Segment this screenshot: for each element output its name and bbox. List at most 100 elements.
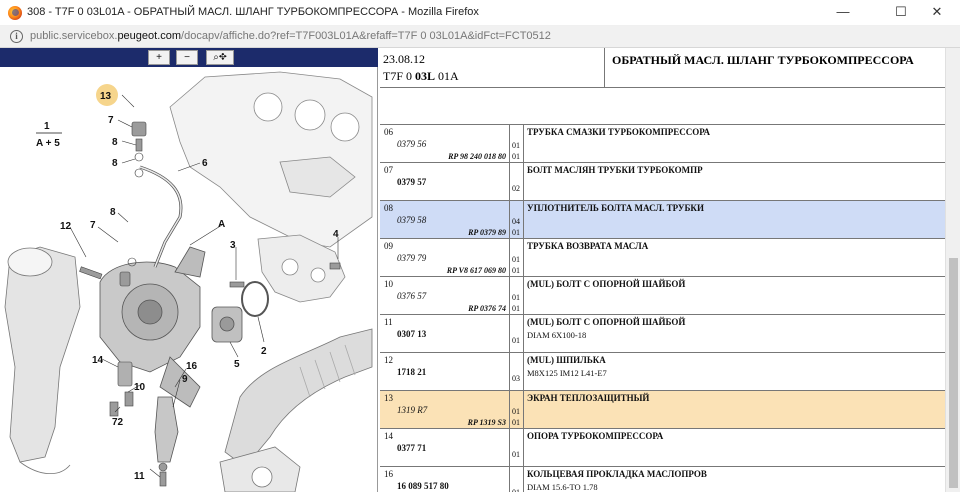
- callout-14: 14: [92, 355, 104, 366]
- row-num: 07: [384, 165, 393, 175]
- row-code: 0377 71: [397, 443, 427, 453]
- callout-8b: 8: [112, 158, 118, 169]
- row-ref: RP 1319 S3: [467, 418, 506, 427]
- table-row[interactable]: 06 0379 56 RP 98 240 018 80 01 01 ТРУБКА СМ…: [380, 125, 945, 163]
- zoom-in-button[interactable]: +: [148, 50, 170, 65]
- zoom-pan-button[interactable]: ⌕✥: [206, 50, 234, 65]
- row-code: 16 089 517 80: [397, 481, 449, 491]
- table-row[interactable]: 12 1718 21 03 (MUL) ШПИЛЬКА M8X125 IM12 L…: [380, 353, 945, 391]
- row-qty: 01: [512, 336, 520, 345]
- row-qty: 01: [512, 255, 520, 264]
- row-num: 10: [384, 279, 393, 289]
- vertical-scrollbar[interactable]: [945, 48, 960, 492]
- row-qty: 01: [512, 141, 520, 150]
- callout-72: 72: [112, 417, 124, 428]
- parts-header: 23.08.12 T7F 0 03L 01A ОБРАТНЫЙ МАСЛ. ШЛ…: [380, 48, 945, 88]
- callout-16: 16: [186, 361, 198, 372]
- catalytic-converter: [4, 246, 81, 475]
- scrollbar-thumb[interactable]: [949, 258, 958, 488]
- parts-panel: 23.08.12 T7F 0 03L 01A ОБРАТНЫЙ МАСЛ. ШЛ…: [380, 48, 960, 492]
- row-code: 0376 57: [397, 291, 427, 301]
- intake-hose: [224, 328, 373, 468]
- url-prefix: public.servicebox.: [30, 30, 118, 42]
- header-date: 23.08.12: [383, 52, 425, 66]
- info-icon[interactable]: i: [10, 30, 23, 43]
- row-ref: RP 0376 74: [468, 304, 506, 313]
- row-qty: 03: [512, 374, 520, 383]
- row-code: 0379 58: [397, 215, 427, 225]
- diagram-panel: + − ⌕✥ 13 7 8 8 6 1 A + 5 12 7 8 A 3 4 2…: [0, 48, 378, 492]
- callout-13: 13: [100, 91, 112, 102]
- ref-prefix: T7F 0: [383, 69, 416, 83]
- header-spacer: [380, 88, 945, 125]
- callout-6: 6: [202, 158, 208, 169]
- minimize-button[interactable]: —: [820, 0, 866, 26]
- callout-a5: A + 5: [36, 138, 60, 149]
- callout-5: 5: [234, 359, 240, 370]
- row-qty: 01: [512, 293, 520, 302]
- row-ref: RP 98 240 018 80: [448, 152, 506, 161]
- gasket-ring: [241, 281, 269, 317]
- engine-block: [169, 71, 373, 248]
- row-num: 16: [384, 469, 393, 479]
- callout-11: 11: [134, 471, 145, 482]
- row-desc: КОЛЬЦЕВАЯ ПРОКЛАДКА МАСЛОПРОВ: [527, 469, 707, 479]
- row-num: 13: [384, 393, 393, 403]
- table-row[interactable]: 11 0307 13 01 (MUL) БОЛТ С ОПОРНОЙ ШАЙБОЙ…: [380, 315, 945, 353]
- row-code: 0307 13: [397, 329, 427, 339]
- table-row-selected[interactable]: 08 0379 58 RP 0379 89 04 01 УПЛОТНИТЕЛЬ БОЛ…: [380, 201, 945, 239]
- table-row[interactable]: 07 0379 57 02 БОЛТ МАСЛЯН ТРУБКИ ТУРБОКОМ…: [380, 163, 945, 201]
- header-meta: 23.08.12 T7F 0 03L 01A: [380, 48, 605, 88]
- row-code: 0379 57: [397, 177, 427, 187]
- turbo-exploded-diagram: 13 7 8 8 6 1 A + 5 12 7 8 A 3 4 2 5 14 1…: [4, 71, 373, 492]
- table-row[interactable]: 14 0377 71 01 ОПОРА ТУРБОКОМПРЕССОРА: [380, 429, 945, 467]
- row-qty2: 01: [512, 152, 520, 161]
- zoom-out-button[interactable]: −: [176, 50, 198, 65]
- callout-8c: 8: [110, 207, 116, 218]
- row-desc: (MUL) ШПИЛЬКА: [527, 355, 606, 365]
- row-num: 11: [384, 317, 393, 327]
- row-desc: ТРУБКА ВОЗВРАТА МАСЛА: [527, 241, 649, 251]
- parts-table: 06 0379 56 RP 98 240 018 80 01 01 ТРУБКА СМ…: [380, 125, 945, 492]
- table-row-highlighted[interactable]: 13 1319 R7 RP 1319 S3 01 01 ЭКРАН ТЕПЛОЗАЩИ…: [380, 391, 945, 429]
- row-desc: УПЛОТНИТЕЛЬ БОЛТА МАСЛ. ТРУБКИ: [527, 203, 704, 213]
- url-domain: peugeot.com: [117, 30, 182, 42]
- row-qty: 04: [512, 217, 520, 226]
- row-ref: RP V8 617 069 80: [446, 266, 506, 275]
- row-num: 09: [384, 241, 393, 251]
- row-num: 12: [384, 355, 393, 365]
- row-desc: ТРУБКА СМАЗКИ ТУРБОКОМПРЕССОРА: [527, 127, 711, 137]
- row-num: 14: [384, 431, 393, 441]
- row-qty: 02: [512, 184, 520, 193]
- row-qty2: 01: [512, 304, 520, 313]
- row-sub: DIAM 15.6-TO 1.78: [527, 482, 598, 492]
- callout-7: 7: [108, 115, 114, 126]
- row-qty2: 01: [512, 266, 520, 275]
- row-num: 08: [384, 203, 393, 213]
- wastegate-actuator: [211, 306, 243, 343]
- row-desc: (MUL) БОЛТ С ОПОРНОЙ ШАЙБОЙ: [527, 279, 686, 289]
- close-button[interactable]: ✕: [914, 0, 960, 26]
- row-sub: DIAM 6X100-18: [527, 330, 587, 340]
- address-bar[interactable]: i public.servicebox.peugeot.com/docapv/a…: [0, 26, 960, 48]
- table-row[interactable]: 09 0379 79 RP V8 617 069 80 01 01 ТРУБКА ВО…: [380, 239, 945, 277]
- callout-3: 3: [230, 240, 236, 251]
- window-titlebar: 308 - T7F 0 03L01A - ОБРАТНЫЙ МАСЛ. ШЛАН…: [0, 0, 960, 26]
- turbocharger: [99, 246, 206, 408]
- callout-7b: 7: [90, 220, 96, 231]
- row-qty: 01: [512, 450, 520, 459]
- row-sub: M8X125 IM12 L41-E7: [527, 368, 607, 378]
- callout-10: 10: [134, 382, 146, 393]
- row-qty: 01: [512, 488, 520, 492]
- url-path: /docapv/affiche.do?ref=T7F003L01A&refaff…: [181, 30, 551, 42]
- callout-a: A: [218, 219, 225, 230]
- callout-2: 2: [261, 346, 267, 357]
- diagram-toolbar: + − ⌕✥: [0, 48, 378, 67]
- url-text[interactable]: public.servicebox.peugeot.com/docapv/aff…: [30, 30, 551, 42]
- row-num: 06: [384, 127, 393, 137]
- header-ref: T7F 0 03L 01A: [383, 69, 459, 84]
- table-row[interactable]: 16 16 089 517 80 01 КОЛЬЦЕВАЯ ПРОКЛАДКА М…: [380, 467, 945, 492]
- callout-4: 4: [333, 229, 339, 240]
- row-code: 0379 79: [397, 253, 427, 263]
- table-row[interactable]: 10 0376 57 RP 0376 74 01 01 (MUL) БОЛТ С ОП…: [380, 277, 945, 315]
